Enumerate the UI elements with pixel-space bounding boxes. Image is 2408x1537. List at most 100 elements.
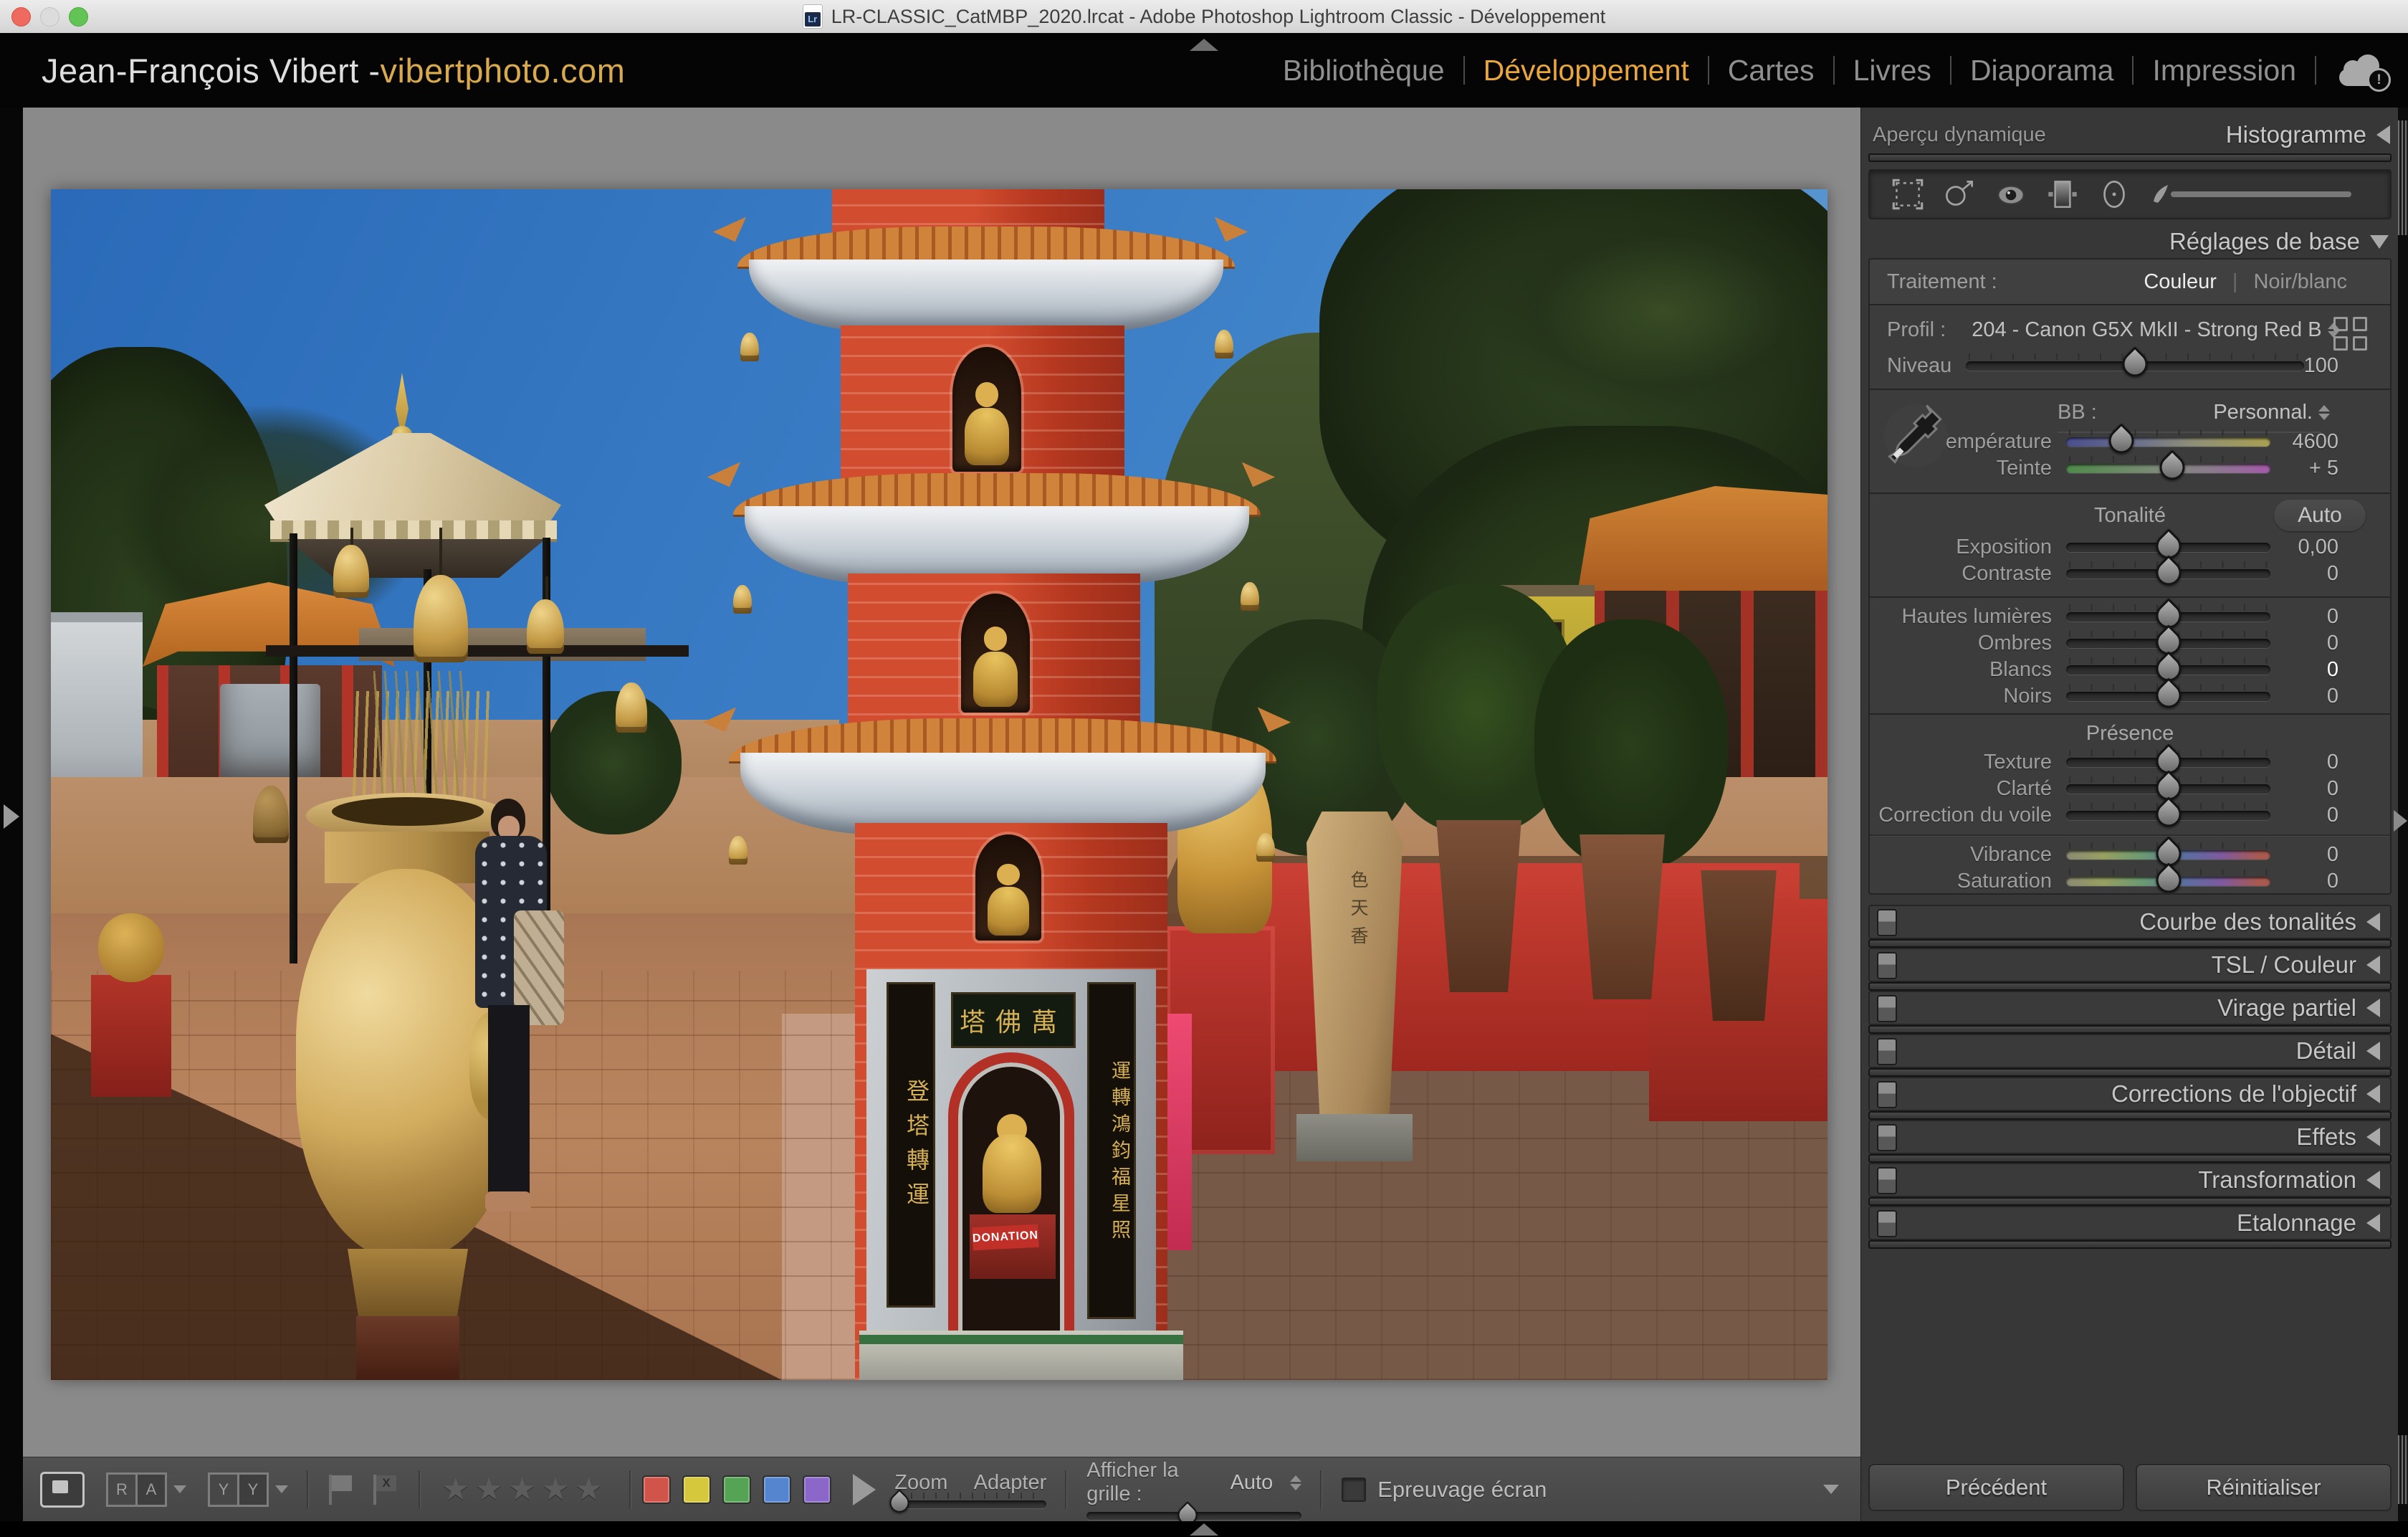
white-balance-eyedropper-icon[interactable] xyxy=(1880,394,1951,472)
smart-preview-status[interactable]: Aperçu dynamique xyxy=(1873,123,2046,147)
histogram-panel-header[interactable]: Histogramme xyxy=(2226,121,2390,148)
contrast-value[interactable]: 0 xyxy=(2270,562,2338,586)
zoom-slider-thumb[interactable] xyxy=(886,1489,913,1516)
split-view-icon[interactable]: Y Y xyxy=(208,1472,288,1507)
slider-thumb[interactable] xyxy=(2151,555,2186,590)
zoom-slider[interactable] xyxy=(894,1500,1046,1508)
module-map[interactable]: Cartes xyxy=(1709,54,1833,87)
scrollbar[interactable] xyxy=(2398,1435,2408,1504)
graduated-filter-icon[interactable] xyxy=(2043,175,2082,214)
color-label-purple[interactable] xyxy=(803,1475,831,1504)
basic-panel-header[interactable]: Réglages de base xyxy=(1868,227,2389,257)
identity-plate[interactable]: Jean-François Vibert - vibertphoto.com xyxy=(42,33,625,108)
module-print[interactable]: Impression xyxy=(2134,54,2315,87)
chevron-down-icon[interactable] xyxy=(275,1485,288,1493)
tint-slider[interactable] xyxy=(2066,464,2270,473)
whites-slider[interactable] xyxy=(2066,665,2270,675)
adjustment-brush-icon[interactable] xyxy=(2146,175,2361,214)
color-label-green[interactable] xyxy=(722,1475,751,1504)
grid-mode-value[interactable]: Auto xyxy=(1231,1471,1274,1495)
module-develop[interactable]: Développement xyxy=(1465,54,1708,87)
clarity-value[interactable]: 0 xyxy=(2270,777,2338,801)
panel-enable-toggle[interactable] xyxy=(1877,1081,1897,1108)
zoom-window-button[interactable] xyxy=(69,7,88,27)
stepper-icon[interactable] xyxy=(1290,1475,1301,1490)
reset-button[interactable]: Réinitialiser xyxy=(2136,1464,2392,1511)
module-book[interactable]: Livres xyxy=(1835,54,1950,87)
panel-detail[interactable]: Détail xyxy=(1868,1034,2392,1068)
chevron-down-icon[interactable] xyxy=(173,1485,186,1493)
panel-enable-toggle[interactable] xyxy=(1877,909,1897,936)
slider-thumb[interactable] xyxy=(2151,677,2186,713)
module-slideshow[interactable]: Diaporama xyxy=(1951,54,2133,87)
photo-canvas[interactable]: 色天香 塔佛萬 登塔轉運 運轉鴻鈞福星照 xyxy=(51,189,1828,1380)
panel-enable-toggle[interactable] xyxy=(1877,1210,1897,1237)
saturation-value[interactable]: 0 xyxy=(2270,870,2338,893)
panel-transform[interactable]: Transformation xyxy=(1868,1163,2392,1197)
before-after-view-icon[interactable]: R A xyxy=(106,1472,186,1507)
treatment-bw-option[interactable]: Noir/blanc xyxy=(2253,270,2347,294)
toolbar-options-chevron-icon[interactable] xyxy=(1823,1485,1839,1494)
contrast-slider[interactable] xyxy=(2066,569,2270,579)
panel-lens-corrections[interactable]: Corrections de l'objectif xyxy=(1868,1077,2392,1111)
crop-overlay-icon[interactable] xyxy=(1888,175,1927,214)
panel-tone-curve[interactable]: Courbe des tonalités xyxy=(1868,905,2392,939)
loupe-view-icon[interactable] xyxy=(40,1472,85,1508)
profile-amount-value[interactable]: 100 xyxy=(2304,354,2338,378)
sync-status-cloud-icon[interactable]: ! xyxy=(2336,56,2388,89)
profile-value[interactable]: 204 - Canon G5X MkII - Strong Red B xyxy=(1972,318,2321,342)
close-window-button[interactable] xyxy=(11,7,31,27)
show-filmstrip-arrow-icon[interactable] xyxy=(1190,1523,1218,1536)
clarity-slider[interactable] xyxy=(2066,784,2270,794)
soft-proofing-checkbox[interactable] xyxy=(1342,1477,1366,1502)
treatment-color-option[interactable]: Couleur xyxy=(2144,270,2217,294)
color-label-blue[interactable] xyxy=(763,1475,791,1504)
reject-flag-icon[interactable]: X xyxy=(371,1473,397,1506)
stepper-icon[interactable] xyxy=(2318,405,2330,420)
whites-value[interactable]: 0 xyxy=(2270,658,2338,682)
grid-opacity-slider[interactable] xyxy=(1086,1512,1301,1520)
panel-split-toning[interactable]: Virage partiel xyxy=(1868,991,2392,1025)
wb-value[interactable]: Personnal. xyxy=(2213,401,2313,424)
panel-hsl-color[interactable]: TSL / Couleur xyxy=(1868,948,2392,982)
spot-removal-icon[interactable] xyxy=(1940,175,1979,214)
previous-button[interactable]: Précédent xyxy=(1868,1464,2124,1511)
blacks-value[interactable]: 0 xyxy=(2270,685,2338,708)
vibrance-value[interactable]: 0 xyxy=(2270,843,2338,867)
slider-thumb[interactable] xyxy=(2103,423,2139,458)
color-label-red[interactable] xyxy=(642,1475,671,1504)
panel-enable-toggle[interactable] xyxy=(1877,952,1897,979)
dehaze-slider[interactable] xyxy=(2066,811,2270,820)
temperature-value[interactable]: 4600 xyxy=(2270,430,2338,454)
radial-filter-icon[interactable] xyxy=(2095,175,2134,214)
panel-effects[interactable]: Effets xyxy=(1868,1120,2392,1154)
module-library[interactable]: Bibliothèque xyxy=(1264,54,1463,87)
scrollbar[interactable] xyxy=(2398,120,2408,235)
zoom-label[interactable]: Zoom xyxy=(894,1471,947,1495)
highlights-slider[interactable] xyxy=(2066,612,2270,622)
vibrance-slider[interactable] xyxy=(2066,850,2270,860)
play-slideshow-icon[interactable] xyxy=(853,1474,876,1505)
temperature-slider[interactable] xyxy=(2066,437,2270,447)
auto-tone-button[interactable]: Auto xyxy=(2274,500,2366,531)
panel-calibration[interactable]: Etalonnage xyxy=(1868,1206,2392,1240)
panel-enable-toggle[interactable] xyxy=(1877,1167,1897,1194)
hide-right-panel-arrow-icon[interactable] xyxy=(2394,810,2407,832)
fit-label[interactable]: Adapter xyxy=(974,1471,1047,1495)
red-eye-icon[interactable] xyxy=(1992,175,2030,214)
panel-enable-toggle[interactable] xyxy=(1877,995,1897,1022)
profile-browser-icon[interactable] xyxy=(2333,317,2367,351)
star-rating[interactable]: ★★★★★ xyxy=(441,1471,608,1508)
exposure-value[interactable]: 0,00 xyxy=(2270,536,2338,559)
panel-enable-toggle[interactable] xyxy=(1877,1038,1897,1065)
texture-value[interactable]: 0 xyxy=(2270,751,2338,774)
texture-slider[interactable] xyxy=(2066,758,2270,767)
pick-flag-icon[interactable] xyxy=(327,1473,353,1506)
hide-top-panel-arrow-icon[interactable] xyxy=(1190,39,1218,51)
exposure-slider[interactable] xyxy=(2066,543,2270,552)
shadows-slider[interactable] xyxy=(2066,639,2270,648)
show-left-panel-arrow-icon[interactable] xyxy=(4,804,19,829)
slider-thumb[interactable] xyxy=(2151,796,2186,832)
slider-thumb[interactable] xyxy=(2154,449,2189,485)
blacks-slider[interactable] xyxy=(2066,692,2270,701)
